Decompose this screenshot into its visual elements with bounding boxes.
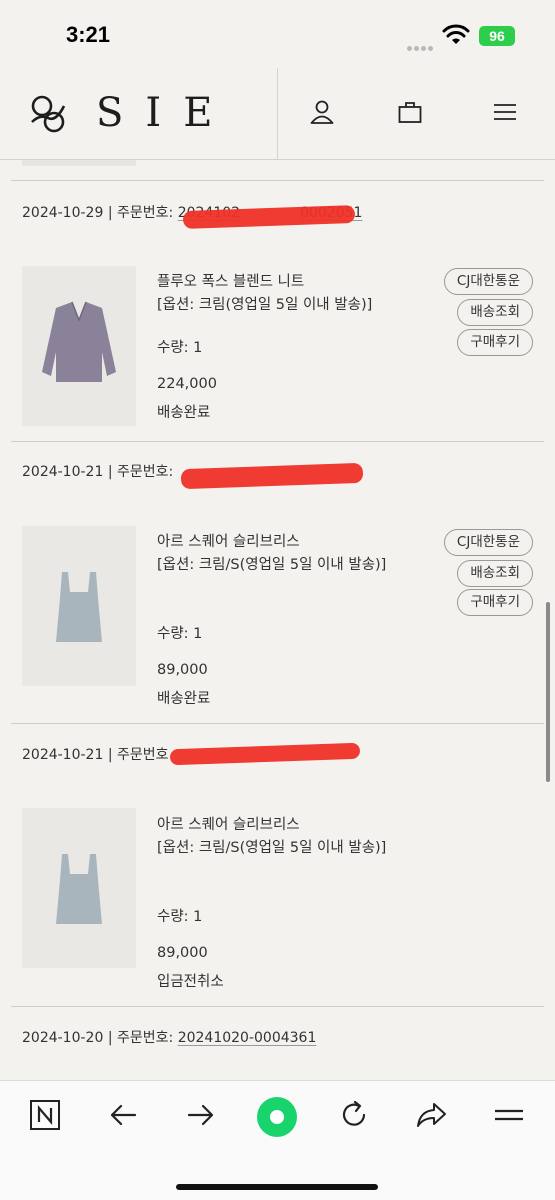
status-time: 3:21 [66, 22, 111, 47]
order-date: 2024-10-20 [22, 1030, 104, 1046]
order-number-label: 주문번호: [117, 205, 174, 221]
product-price: 224,000 [157, 376, 217, 392]
status-bar: 3:21 96 [0, 0, 555, 68]
order-date: 2024-10-29 [22, 205, 104, 221]
order-list: 2024-10-29 | 주문번호: 20241020002051 플루오 폭스… [0, 160, 555, 1080]
divider [11, 441, 544, 442]
signal-dots-icon [407, 36, 435, 51]
product-image[interactable] [22, 266, 136, 426]
product-image[interactable] [22, 526, 136, 686]
carrier-button[interactable]: CJ대한통운 [443, 529, 533, 556]
order-number-label: 주문번호: [117, 464, 174, 480]
product-option: [옵션: 크림/S(영업일 5일 이내 발송)] [157, 840, 387, 856]
order-date: 2024-10-21 [22, 747, 104, 763]
product-image[interactable] [22, 808, 136, 968]
carrier-button[interactable]: CJ대한통운 [443, 268, 533, 295]
order-number-label: 주문번호: [117, 1030, 174, 1046]
menu-icon[interactable] [491, 98, 519, 126]
product-name[interactable]: 아르 스퀘어 슬리브리스 [157, 813, 300, 834]
order-status: 배송완료 [157, 691, 211, 707]
redaction-mark [169, 742, 361, 766]
product-quantity: 수량: 1 [157, 340, 203, 356]
brand-wordmark[interactable]: SIE [96, 90, 234, 136]
track-delivery-button[interactable]: 배송조회 [457, 299, 533, 326]
product-option: [옵션: 크림(영업일 5일 이내 발송)] [157, 297, 373, 313]
order-status: 입금전취소 [157, 974, 224, 990]
divider [11, 180, 544, 181]
home-indicator [176, 1184, 378, 1190]
logo-mark-icon[interactable] [26, 92, 70, 136]
product-quantity: 수량: 1 [157, 626, 203, 642]
battery-icon: 96 [479, 26, 515, 46]
menu-lines-icon[interactable] [492, 1098, 526, 1132]
product-price: 89,000 [157, 662, 208, 678]
divider [11, 1006, 544, 1007]
site-header: SIE [0, 68, 555, 160]
redaction-mark [180, 462, 364, 490]
wifi-icon [442, 24, 470, 44]
browser-toolbar [0, 1080, 555, 1200]
back-arrow-icon[interactable] [106, 1098, 140, 1132]
previous-item-thumbnail [22, 160, 136, 166]
product-option: [옵션: 크림/S(영업일 5일 이내 발송)] [157, 557, 387, 573]
write-review-button[interactable]: 구매후기 [457, 329, 533, 356]
product-quantity: 수량: 1 [157, 909, 203, 925]
order-header: 2024-10-21 | 주문번호: [22, 464, 174, 480]
product-price: 89,000 [157, 945, 208, 961]
order-header: 2024-10-21 | 주문번호 [22, 747, 169, 763]
product-name[interactable]: 플루오 폭스 블렌드 니트 [157, 270, 304, 291]
n-icon[interactable] [28, 1098, 62, 1132]
bag-icon[interactable] [396, 98, 424, 126]
product-name[interactable]: 아르 스퀘어 슬리브리스 [157, 530, 300, 551]
green-circle-icon[interactable] [256, 1096, 298, 1138]
order-date: 2024-10-21 [22, 464, 104, 480]
share-icon[interactable] [414, 1098, 448, 1132]
track-delivery-button[interactable]: 배송조회 [457, 560, 533, 587]
order-number-link[interactable]: 20241020-0004361 [178, 1030, 317, 1046]
order-status: 배송완료 [157, 405, 211, 421]
divider [11, 723, 544, 724]
user-icon[interactable] [308, 98, 336, 126]
header-divider [277, 68, 278, 160]
forward-arrow-icon[interactable] [184, 1098, 218, 1132]
write-review-button[interactable]: 구매후기 [457, 589, 533, 616]
refresh-icon[interactable] [337, 1098, 371, 1132]
order-header: 2024-10-20 | 주문번호: 20241020-0004361 [22, 1030, 317, 1046]
scrollbar[interactable] [546, 602, 550, 782]
order-number-label: 주문번호 [117, 747, 169, 763]
